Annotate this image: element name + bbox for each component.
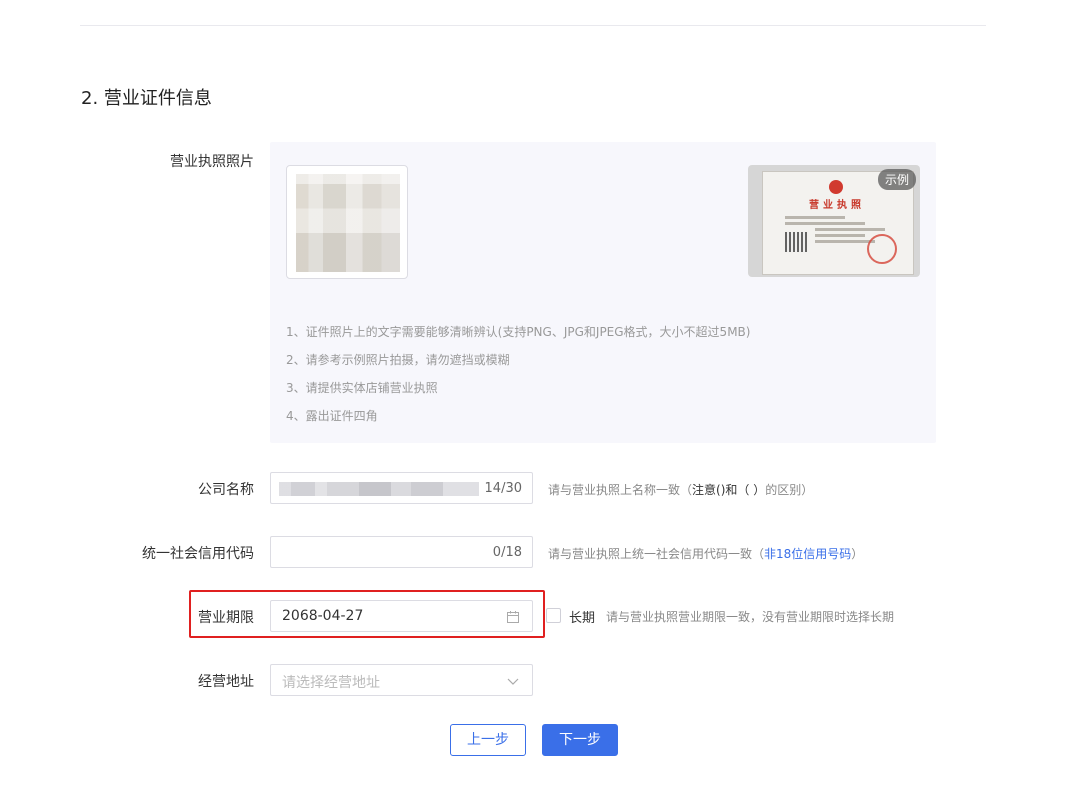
sample-text-line: [815, 228, 885, 231]
business-term-date-picker[interactable]: 2068-04-27: [270, 600, 533, 632]
credit-code-hint-prefix: 请与营业执照上统一社会信用代码一致（: [548, 547, 764, 561]
tip-item: 1、证件照片上的文字需要能够清晰辨认(支持PNG、JPG和JPEG格式，大小不超…: [286, 318, 750, 346]
tip-item: 3、请提供实体店铺营业执照: [286, 374, 750, 402]
chevron-down-icon: [506, 674, 520, 688]
business-term-hint: 请与营业执照营业期限一致，没有营业期限时选择长期: [606, 608, 894, 625]
sample-badge: 示例: [878, 169, 916, 190]
company-name-hint-suffix: 的区别）: [765, 483, 813, 497]
long-term-checkbox[interactable]: [546, 608, 561, 623]
tip-item: 4、露出证件四角: [286, 402, 750, 430]
company-name-hint: 请与营业执照上名称一致（注意()和（ ）的区别）: [548, 481, 813, 498]
credit-code-counter: 0/18: [493, 545, 522, 560]
company-name-value-redacted: [279, 482, 479, 496]
top-divider: [80, 25, 986, 26]
license-photo-label: 营业执照照片: [94, 151, 254, 171]
sample-text-line: [785, 216, 845, 219]
company-name-input[interactable]: 14/30: [270, 472, 533, 504]
section-title: 2. 营业证件信息: [81, 84, 212, 110]
credit-code-hint-suffix: ）: [851, 547, 863, 561]
calendar-icon[interactable]: [506, 610, 520, 624]
credit-code-hint-link[interactable]: 非18位信用号码: [764, 547, 851, 561]
sample-license-image[interactable]: 营业执照 示例: [748, 165, 920, 277]
uploaded-license-image: [296, 174, 400, 272]
tip-item: 2、请参考示例照片拍摄，请勿遮挡或模糊: [286, 346, 750, 374]
qr-code-icon: [785, 232, 807, 252]
business-term-label: 营业期限: [94, 607, 254, 627]
address-placeholder: 请选择经营地址: [282, 672, 380, 692]
sample-document-title: 营业执照: [801, 196, 873, 208]
company-name-hint-prefix: 请与营业执照上名称一致（: [548, 483, 692, 497]
uploaded-license-thumbnail[interactable]: [286, 165, 408, 279]
official-stamp-icon: [867, 234, 897, 264]
sample-text-line: [815, 240, 875, 243]
sample-text-line: [815, 234, 865, 237]
prev-step-button[interactable]: 上一步: [450, 724, 526, 756]
credit-code-label: 统一社会信用代码: [94, 543, 254, 563]
company-name-label: 公司名称: [94, 479, 254, 499]
upload-tips: 1、证件照片上的文字需要能够清晰辨认(支持PNG、JPG和JPEG格式，大小不超…: [286, 318, 750, 430]
credit-code-hint: 请与营业执照上统一社会信用代码一致（非18位信用号码）: [548, 545, 863, 562]
business-term-value: 2068-04-27: [282, 608, 363, 624]
national-emblem-icon: [829, 180, 843, 194]
address-select[interactable]: 请选择经营地址: [270, 664, 533, 696]
long-term-label[interactable]: 长期: [569, 607, 595, 626]
company-name-hint-strong: 注意()和（ ）: [692, 483, 765, 497]
credit-code-input[interactable]: 0/18: [270, 536, 533, 568]
sample-text-line: [785, 222, 865, 225]
address-label: 经营地址: [94, 671, 254, 691]
next-step-button[interactable]: 下一步: [542, 724, 618, 756]
license-upload-panel: 营业执照 示例 1、证件照片上的文字需要能够清晰辨认(支持PNG、JPG和JPE…: [270, 142, 936, 443]
company-name-counter: 14/30: [485, 481, 522, 496]
